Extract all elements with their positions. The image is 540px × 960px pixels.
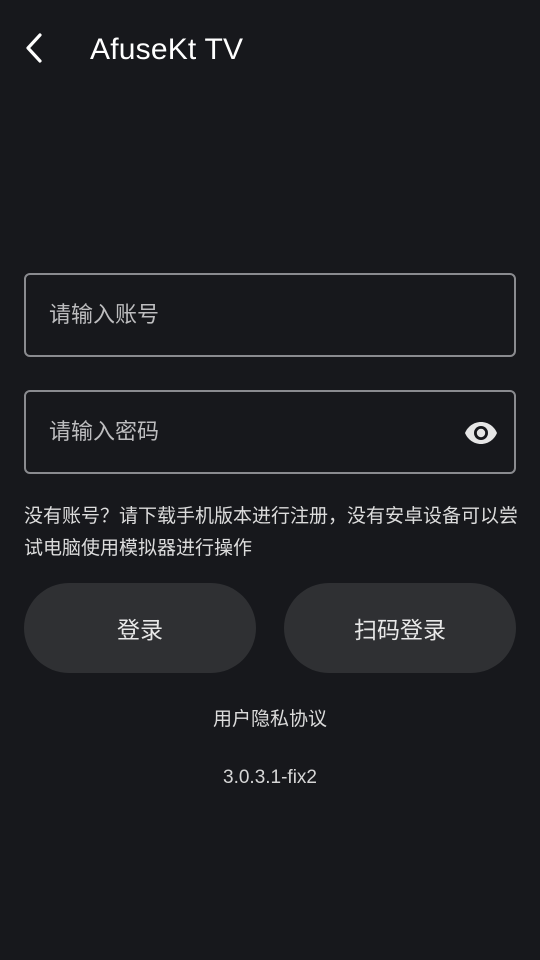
toggle-password-visibility-button[interactable] xyxy=(464,416,498,450)
app-title: AfuseKt TV xyxy=(90,33,244,66)
account-input[interactable] xyxy=(26,275,514,355)
version-label: 3.0.3.1-fix2 xyxy=(223,767,317,788)
account-field[interactable] xyxy=(24,273,516,357)
login-screen: AfuseKt TV 没有账号？请下载手机版本进行注册，没有安卓设备可以尝试电脑… xyxy=(0,0,540,960)
privacy-policy-link[interactable]: 用户隐私协议 xyxy=(0,704,540,734)
login-button[interactable]: 登录 xyxy=(24,583,256,673)
top-bar: AfuseKt TV xyxy=(0,0,540,100)
password-input[interactable] xyxy=(26,392,514,472)
registration-hint: 没有账号？请下载手机版本进行注册，没有安卓设备可以尝试电脑使用模拟器进行操作 xyxy=(24,505,519,559)
password-field[interactable] xyxy=(24,390,516,474)
scan-login-button[interactable]: 扫码登录 xyxy=(284,583,516,673)
chevron-left-icon xyxy=(26,33,42,63)
back-button[interactable] xyxy=(14,26,54,70)
eye-icon xyxy=(465,422,497,444)
